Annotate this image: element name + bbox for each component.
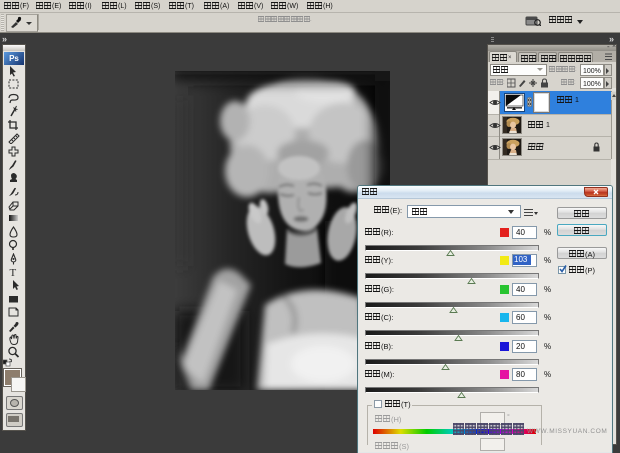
svg-text:T: T xyxy=(10,267,17,278)
